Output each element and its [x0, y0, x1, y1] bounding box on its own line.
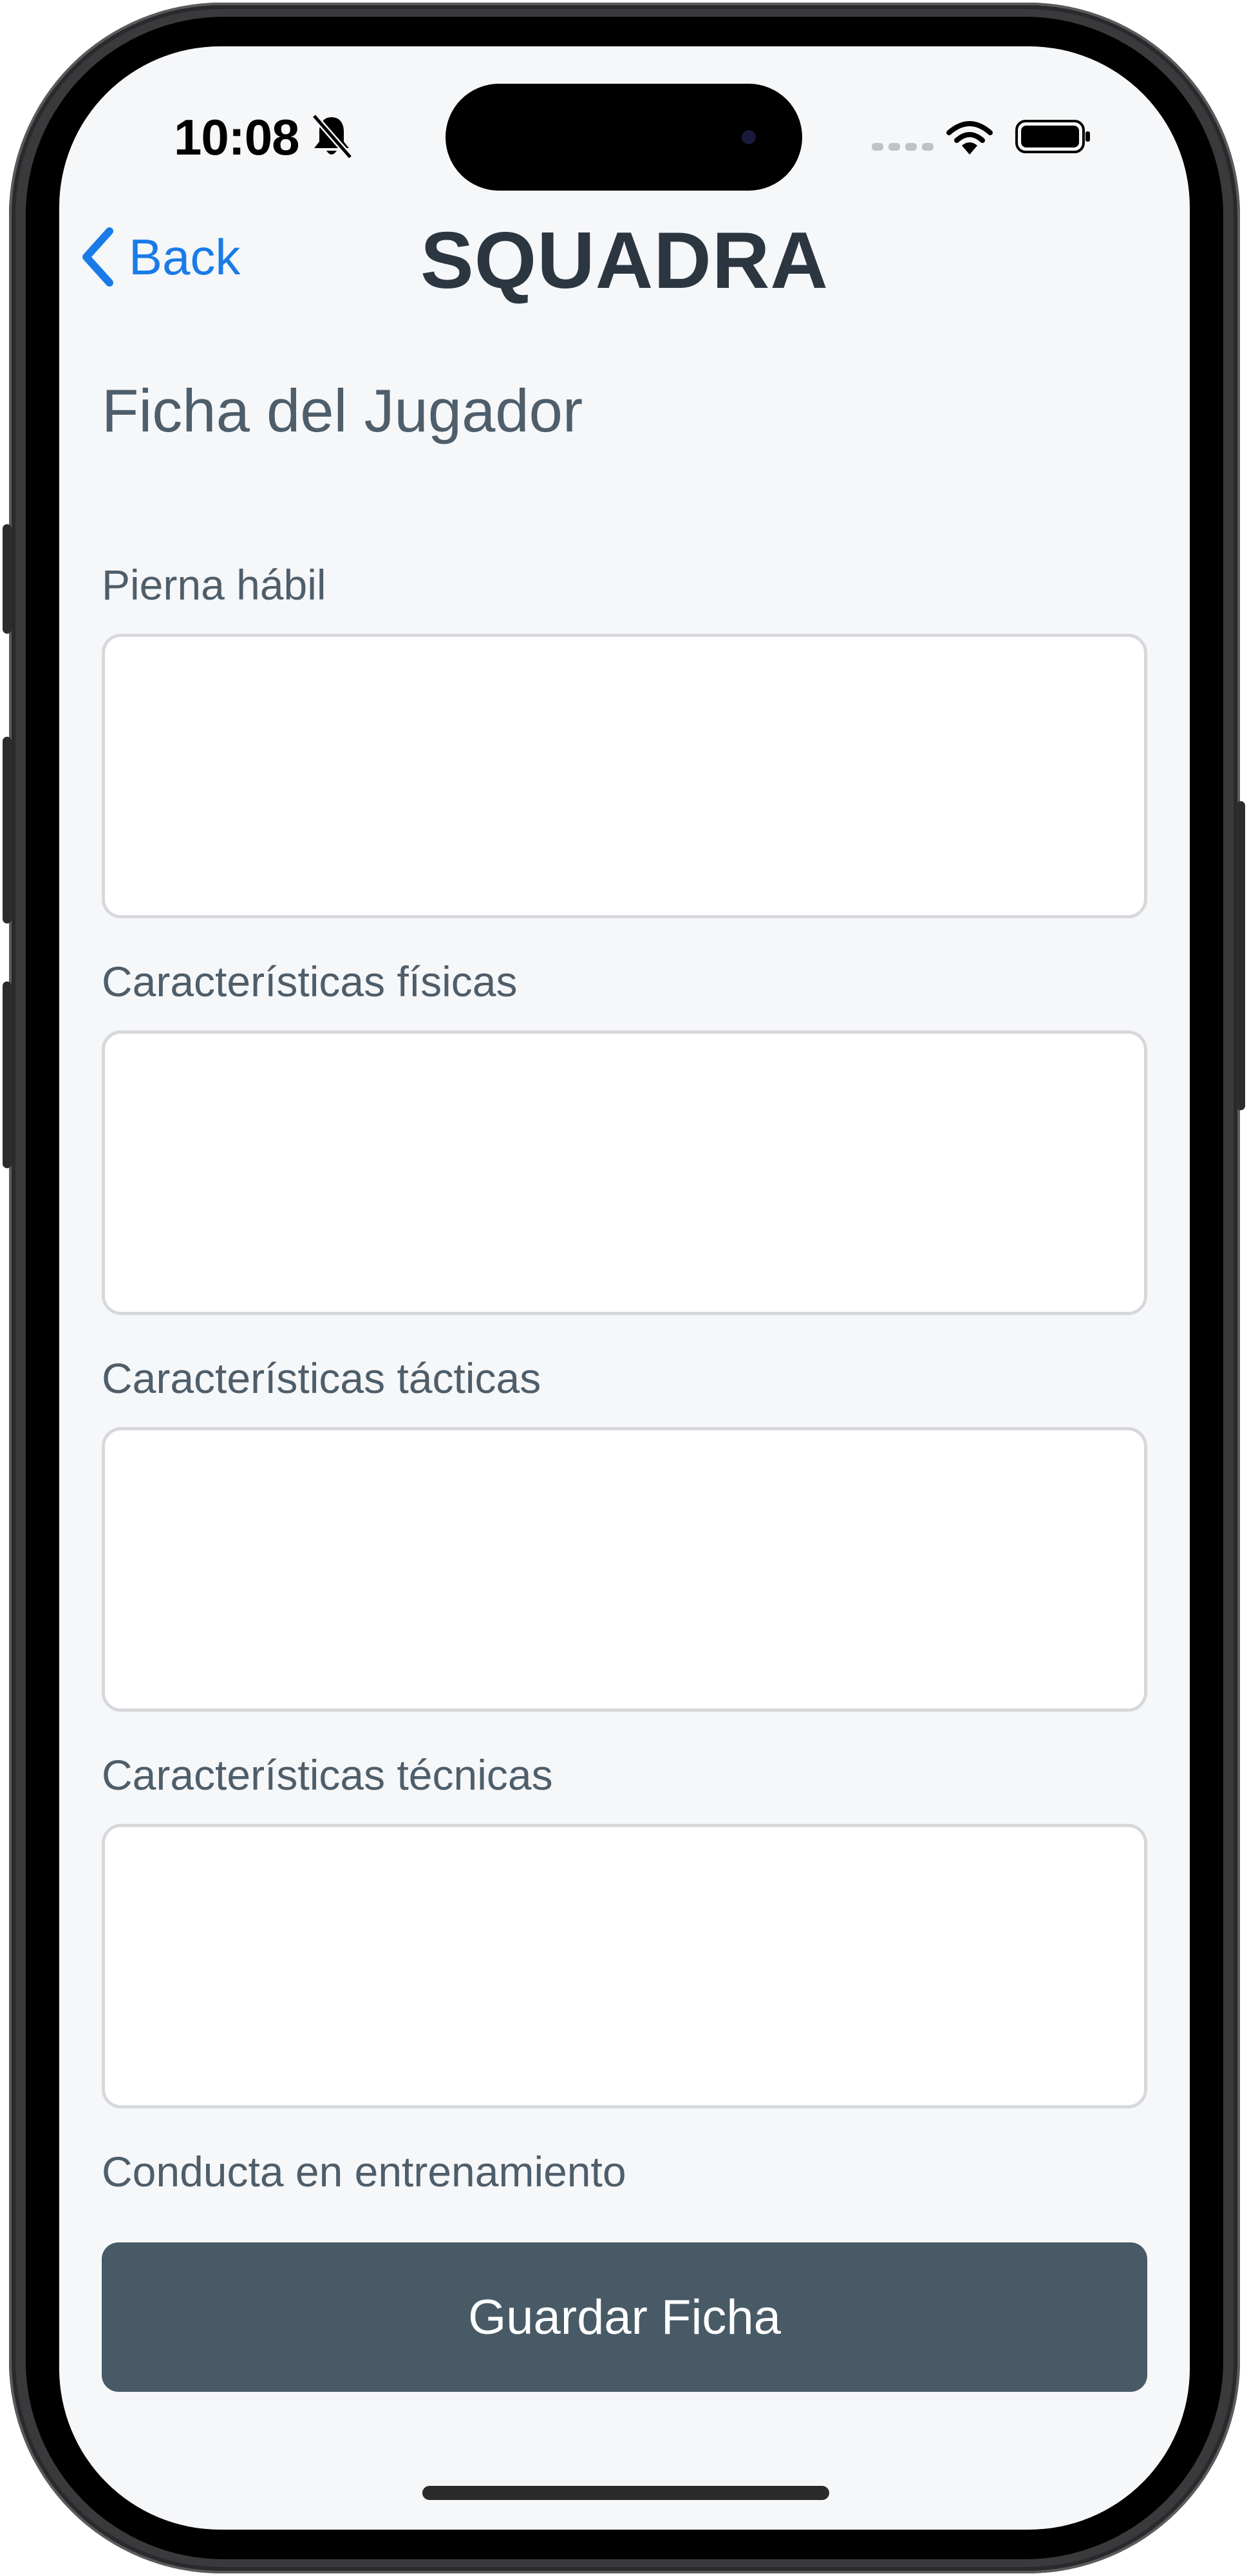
dominant-leg-input[interactable]	[102, 634, 1147, 918]
physical-traits-input[interactable]	[102, 1030, 1147, 1315]
field-label-dominant-leg: Pierna hábil	[102, 561, 326, 609]
app-title: SQUADRA	[420, 216, 829, 305]
battery-icon	[1015, 120, 1090, 153]
status-time: 10:08	[174, 109, 299, 166]
volume-up-button	[3, 737, 12, 923]
bell-slash-icon	[312, 113, 353, 160]
power-button	[1236, 801, 1245, 1110]
field-label-technical-traits: Características técnicas	[102, 1751, 553, 1799]
cellular-signal-icon	[872, 143, 934, 151]
home-indicator[interactable]	[422, 2486, 829, 2500]
camera-dot	[742, 130, 756, 144]
tactical-traits-input[interactable]	[102, 1427, 1147, 1712]
field-label-tactical-traits: Características tácticas	[102, 1354, 541, 1402]
save-sheet-button[interactable]: Guardar Ficha	[102, 2242, 1147, 2392]
field-label-physical-traits: Características físicas	[102, 958, 518, 1005]
page-title: Ficha del Jugador	[102, 377, 583, 444]
volume-down-button	[3, 981, 12, 1168]
field-label-training-conduct: Conducta en entrenamiento	[102, 2148, 626, 2195]
app-screen: 10:08 Back SQUADRA Ficha del Jugador Pie…	[59, 46, 1190, 2530]
technical-traits-input[interactable]	[102, 1824, 1147, 2108]
wifi-icon	[946, 121, 993, 155]
action-button	[3, 524, 12, 634]
